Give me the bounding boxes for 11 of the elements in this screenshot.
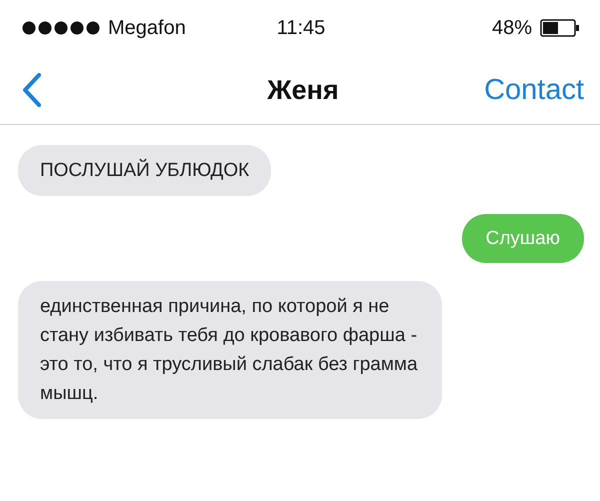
message-bubble: Слушаю [462, 214, 584, 263]
battery-icon [540, 19, 580, 37]
contact-link[interactable]: Contact [484, 74, 584, 106]
battery-percentage: 48% [492, 16, 532, 40]
back-icon[interactable] [22, 73, 42, 107]
carrier-name: Megafon [108, 16, 186, 40]
message-bubble: ПОСЛУШАЙ УБЛЮДОК [18, 145, 272, 196]
clock-time: 11:45 [276, 16, 326, 40]
contact-name: Женя [267, 74, 339, 106]
message-bubble: единственная причина, по которой я не стану избивать тебя до кровавого фарша - это то, что я трусливый слабак без грамма мышц. [18, 281, 442, 419]
signal-icon [22, 21, 100, 35]
